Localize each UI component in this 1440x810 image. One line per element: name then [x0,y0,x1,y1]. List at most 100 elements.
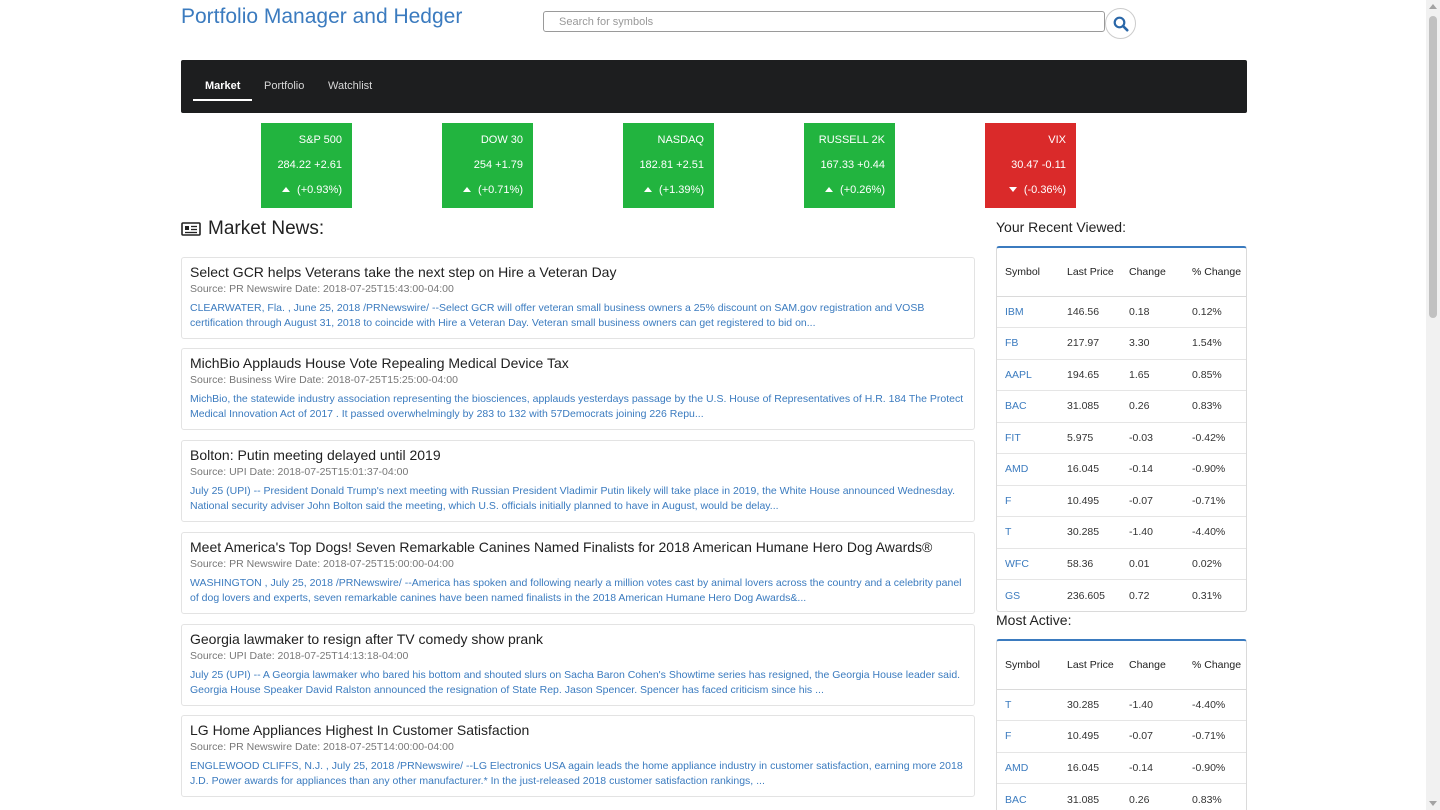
news-item: LG Home Appliances Highest In Customer S… [181,715,975,797]
column-header: % Change [1184,248,1246,297]
app-title[interactable]: Portfolio Manager and Hedger [181,5,462,29]
news-source: Source: PR Newswire Date: 2018-07-25T15:… [190,283,454,295]
news-title[interactable]: Meet America's Top Dogs! Seven Remarkabl… [190,539,966,555]
index-card[interactable]: NASDAQ 182.81 +2.51 (+1.39%) [623,123,714,208]
symbol-link[interactable]: FB [997,327,1059,359]
tab-watchlist[interactable]: Watchlist [316,60,384,113]
index-change: -0.11 [1041,159,1066,171]
index-percent-value: (+1.39%) [659,184,704,196]
table-cell: 0.26 [1121,783,1184,810]
scrollbar-thumb[interactable] [1429,16,1437,318]
news-source: Source: PR Newswire Date: 2018-07-25T14:… [190,741,454,753]
news-source: Source: UPI Date: 2018-07-25T14:13:18-04… [190,650,409,662]
table-row[interactable]: T 30.285 -1.40 -4.40% [997,689,1246,721]
index-change: +2.61 [314,159,342,171]
table-cell: 0.26 [1121,390,1184,422]
table-row[interactable]: F 10.495 -0.07 -0.71% [997,484,1246,517]
news-summary[interactable]: WASHINGTON , July 25, 2018 /PRNewswire/ … [190,576,966,605]
index-percent: (+0.26%) [825,184,885,196]
table-cell: 146.56 [1067,305,1100,318]
newspaper-icon [181,222,201,236]
index-card[interactable]: VIX 30.47 -0.11 (-0.36%) [985,123,1076,208]
news-summary[interactable]: CLEARWATER, Fla. , June 25, 2018 /PRNews… [190,301,966,330]
table-row[interactable]: AAPL 194.65 1.65 0.85% [997,358,1246,391]
symbol-link[interactable]: AMD [997,751,1059,784]
tab-market[interactable]: Market [193,60,253,113]
news-item: Georgia lawmaker to resign after TV come… [181,624,975,706]
tab-portfolio[interactable]: Portfolio [252,60,316,113]
search-button[interactable] [1105,8,1136,39]
index-percent: (+1.39%) [644,184,704,196]
table-cell: 31.085 [1059,390,1121,422]
table-cell: 30.285 [1067,698,1100,711]
index-change: +1.79 [495,159,523,171]
index-values: 284.22 +2.61 [277,159,342,171]
symbol-link[interactable]: AMD [997,453,1059,485]
table-row[interactable]: T 30.285 -1.40 -4.40% [997,516,1246,548]
news-summary[interactable]: July 25 (UPI) -- President Donald Trump'… [190,484,966,513]
table-cell: 1.65 [1121,358,1184,391]
index-percent-value: (+0.26%) [840,184,885,196]
page-scrollbar[interactable] [1426,0,1440,810]
index-card[interactable]: RUSSELL 2K 167.33 +0.44 (+0.26%) [804,123,895,208]
index-percent-value: (+0.71%) [478,184,523,196]
scroll-up-icon[interactable] [1429,4,1437,9]
news-summary[interactable]: MichBio, the statewide industry associat… [190,392,966,421]
table-row[interactable]: BAC 31.085 0.26 0.83% [997,390,1246,422]
index-name: DOW 30 [480,134,523,146]
table-cell: 3.30 [1121,327,1184,359]
symbol-link[interactable]: BAC [997,390,1059,422]
table-cell: 1.54% [1184,327,1246,359]
index-name: S&P 500 [298,134,342,146]
table-row[interactable]: IBM 146.56 0.18 0.12% [997,296,1246,328]
table-cell: 0.12% [1192,305,1222,318]
symbol-link[interactable]: GS [997,579,1059,611]
index-card[interactable]: DOW 30 254 +1.79 (+0.71%) [442,123,533,208]
symbol-link[interactable]: AAPL [997,358,1059,391]
arrow-up-icon [644,187,653,192]
arrow-up-icon [463,187,472,192]
symbol-link[interactable]: WFC [997,547,1059,580]
table-row[interactable]: F 10.495 -0.07 -0.71% [997,720,1246,752]
table-cell: 5.975 [1059,421,1121,454]
symbol-link[interactable]: IBM [997,296,1059,328]
table-cell: 31.085 [1059,783,1121,810]
table-cell: -0.71% [1184,484,1246,517]
table-row[interactable]: BAC 31.085 0.26 0.83% [997,783,1246,810]
index-percent: (+0.93%) [282,184,342,196]
column-header: Symbol [997,641,1059,690]
index-card[interactable]: S&P 500 284.22 +2.61 (+0.93%) [261,123,352,208]
news-title[interactable]: Georgia lawmaker to resign after TV come… [190,631,966,647]
recent-viewed-heading: Your Recent Viewed: [996,219,1126,235]
table-row[interactable]: GS 236.605 0.72 0.31% [997,579,1246,611]
recent-viewed-table: Symbol Last Price Change% Change IBM 146.56 0… [996,246,1247,612]
table-cell: -0.07 [1121,484,1184,517]
news-summary[interactable]: ENGLEWOOD CLIFFS, N.J. , July 25, 2018 /… [190,759,966,788]
table-cell: 30.285 [1059,516,1121,548]
scroll-down-icon[interactable] [1429,801,1437,806]
symbol-link[interactable]: T [997,689,1059,721]
symbol-link[interactable]: F [997,484,1059,517]
news-title[interactable]: Select GCR helps Veterans take the next … [190,264,966,280]
news-title[interactable]: Bolton: Putin meeting delayed until 2019 [190,447,966,463]
table-row[interactable]: FB 217.97 3.30 1.54% [997,327,1246,359]
index-percent-value: (-0.36%) [1023,184,1066,196]
table-row[interactable]: WFC 58.36 0.01 0.02% [997,547,1246,580]
column-header: Change [1121,641,1184,690]
symbol-link[interactable]: BAC [997,783,1059,810]
most-active-table: Symbol Last Price Change% Change T 30.285 -1.… [996,639,1247,810]
news-summary[interactable]: July 25 (UPI) -- A Georgia lawmaker who … [190,668,966,697]
search-input[interactable] [543,11,1105,32]
news-title[interactable]: MichBio Applauds House Vote Repealing Me… [190,355,966,371]
symbol-link[interactable]: T [997,516,1059,548]
news-title[interactable]: LG Home Appliances Highest In Customer S… [190,722,966,738]
symbol-link[interactable]: FIT [997,421,1059,454]
table-row[interactable]: AMD 16.045 -0.14 -0.90% [997,453,1246,485]
symbol-link[interactable]: F [997,720,1059,752]
index-name: NASDAQ [657,134,704,146]
table-cell: -0.14 [1121,453,1184,485]
table-row[interactable]: AMD 16.045 -0.14 -0.90% [997,751,1246,784]
column-header: Last Price [1059,641,1121,690]
table-cell: 217.97 [1059,327,1121,359]
table-row[interactable]: FIT 5.975 -0.03 -0.42% [997,421,1246,454]
